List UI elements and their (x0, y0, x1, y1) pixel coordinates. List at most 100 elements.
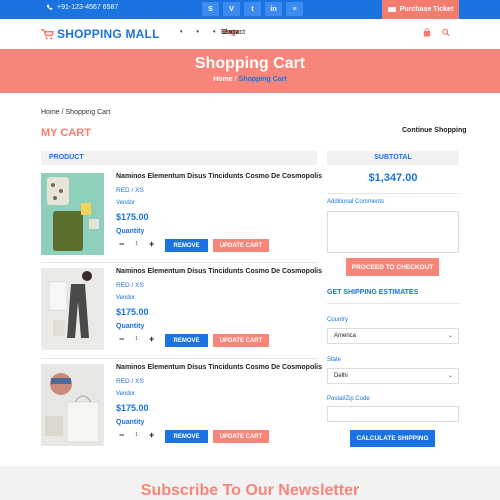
product-variant: RED / XS (116, 187, 144, 194)
cart-item: Naminos Elementum Disus Tincidunts Cosmo… (41, 364, 322, 446)
phone-info: +91-123-4567 6587 (46, 4, 118, 11)
newsletter-section: Subscribe To Our Newsletter (0, 466, 500, 500)
quantity-label: Quantity (116, 323, 145, 330)
linkedin-icon[interactable]: in (265, 2, 282, 16)
shipping-estimates-header: GET SHIPPING ESTIMATES (327, 289, 419, 296)
comments-textarea[interactable] (327, 211, 459, 253)
quantity-value[interactable]: 1 (135, 241, 138, 247)
chevron-down-icon: ⌄ (447, 373, 453, 379)
top-bar: +91-123-4567 6587 S V t in ≡ Purchase Ti… (0, 0, 500, 19)
product-image[interactable] (41, 364, 104, 446)
nav-team[interactable]: Team ▾ (213, 29, 238, 36)
nav-shop[interactable]: Shop ▾ (180, 29, 237, 36)
skype-icon[interactable]: S (202, 2, 219, 16)
product-vendor: Vendor (116, 295, 136, 301)
nav-icons (423, 28, 450, 37)
product-column-header: PRODUCT (41, 151, 317, 165)
product-price: $175.00 (116, 403, 149, 413)
minus-icon[interactable]: − (119, 239, 124, 249)
purchase-ticket-button[interactable]: Purchase Ticket (382, 0, 459, 19)
page-title: Shopping Cart (194, 55, 306, 72)
cart-title: MY CART (41, 127, 91, 139)
product-variant: RED / XS (116, 282, 144, 289)
navbar: SHOPPING MALL Home Shop ▾ Blog ▾ Team ▾ Con… (0, 19, 500, 49)
nav-pages-label: Pages (221, 28, 241, 36)
product-title[interactable]: Naminos Elementum Disus Tincidunts Cosmo… (116, 364, 322, 371)
phone-icon (46, 4, 53, 10)
update-cart-button[interactable]: UPDATE CART (213, 430, 269, 443)
product-image[interactable] (41, 268, 104, 350)
caret-down-icon: ▾ (180, 29, 183, 35)
cart-item: Naminos Elementum Disus Tincidunts Cosmo… (41, 173, 322, 255)
twitter-icon[interactable]: t (244, 2, 261, 16)
ticket-icon (387, 7, 396, 12)
calculate-shipping-button[interactable]: CALCULATE SHIPPING (350, 430, 435, 447)
quantity-stepper: − 1 + (119, 239, 154, 249)
zip-label: Postal/Zip Code (327, 396, 370, 402)
phone-number: +91-123-4567 6587 (57, 4, 119, 11)
state-value: Delhi (334, 373, 348, 379)
social-links: S V t in ≡ (202, 2, 303, 16)
chevron-down-icon: ⌄ (447, 333, 453, 339)
plus-icon[interactable]: + (149, 430, 154, 440)
country-select[interactable]: America ⌄ (327, 328, 459, 344)
product-vendor: Vendor (116, 200, 136, 206)
quantity-value[interactable]: 1 (135, 432, 138, 438)
banner-crumb-current: Shopping Cart (238, 76, 287, 83)
product-title[interactable]: Naminos Elementum Disus Tincidunts Cosmo… (116, 268, 322, 275)
divider (327, 303, 459, 304)
caret-down-icon: ▾ (196, 29, 200, 35)
continue-shopping-link[interactable]: Continue Shopping (402, 127, 467, 134)
divider (327, 193, 459, 194)
newsletter-title: Subscribe To Our Newsletter (140, 482, 360, 499)
remove-button[interactable]: REMOVE (165, 239, 208, 252)
product-image[interactable] (41, 173, 104, 255)
product-title[interactable]: Naminos Elementum Disus Tincidunts Cosmo… (116, 173, 322, 180)
quantity-label: Quantity (116, 419, 145, 426)
country-value: America (334, 333, 357, 339)
quantity-value[interactable]: 1 (135, 336, 138, 342)
bag-icon[interactable] (423, 28, 431, 37)
remove-button[interactable]: REMOVE (165, 334, 208, 347)
breadcrumb: Home / Shopping Cart (41, 109, 111, 116)
product-price: $175.00 (116, 307, 149, 317)
minus-icon[interactable]: − (119, 334, 124, 344)
nav-blog[interactable]: Blog ▾ (196, 29, 236, 36)
state-select[interactable]: Delhi ⌄ (327, 368, 459, 384)
page-banner: Shopping Cart Home / Shopping Cart (0, 49, 500, 93)
country-label: Country (327, 317, 349, 323)
divider (41, 262, 317, 263)
divider (41, 358, 317, 359)
plus-icon[interactable]: + (149, 334, 154, 344)
cart-item: Naminos Elementum Disus Tincidunts Cosmo… (41, 268, 322, 350)
proceed-to-checkout-button[interactable]: PROCEED TO CHECKOUT (346, 258, 439, 276)
state-label: State (327, 357, 342, 363)
rss-icon[interactable]: ≡ (286, 2, 303, 16)
quantity-stepper: − 1 + (119, 430, 154, 440)
subtotal-value: $1,347.00 (368, 172, 418, 184)
zip-input[interactable] (327, 406, 459, 422)
quantity-stepper: − 1 + (119, 334, 154, 344)
comments-label: Additional Comments (327, 199, 385, 205)
cart-logo-icon (41, 28, 54, 39)
product-variant: RED / XS (116, 378, 144, 385)
main-nav: Home Shop ▾ Blog ▾ Team ▾ Contact Pages ▾ (180, 29, 245, 37)
plus-icon[interactable]: + (149, 239, 154, 249)
remove-button[interactable]: REMOVE (165, 430, 208, 443)
minus-icon[interactable]: − (119, 430, 124, 440)
caret-down-icon: ▾ (213, 29, 216, 35)
quantity-label: Quantity (116, 228, 145, 235)
update-cart-button[interactable]: UPDATE CART (213, 239, 269, 252)
nav-pages[interactable]: Pages ▾ (221, 29, 241, 36)
vimeo-icon[interactable]: V (223, 2, 240, 16)
product-price: $175.00 (116, 212, 149, 222)
subtotal-header: SUBTOTAL (327, 151, 459, 165)
site-logo[interactable]: SHOPPING MALL (41, 27, 160, 41)
purchase-ticket-label: Purchase Ticket (399, 6, 454, 13)
search-icon[interactable] (442, 28, 450, 37)
banner-crumb-home[interactable]: Home (213, 76, 232, 83)
update-cart-button[interactable]: UPDATE CART (213, 334, 269, 347)
logo-text: SHOPPING MALL (57, 27, 160, 41)
product-vendor: Vendor (116, 391, 136, 397)
banner-breadcrumb: Home / Shopping Cart (0, 76, 500, 83)
